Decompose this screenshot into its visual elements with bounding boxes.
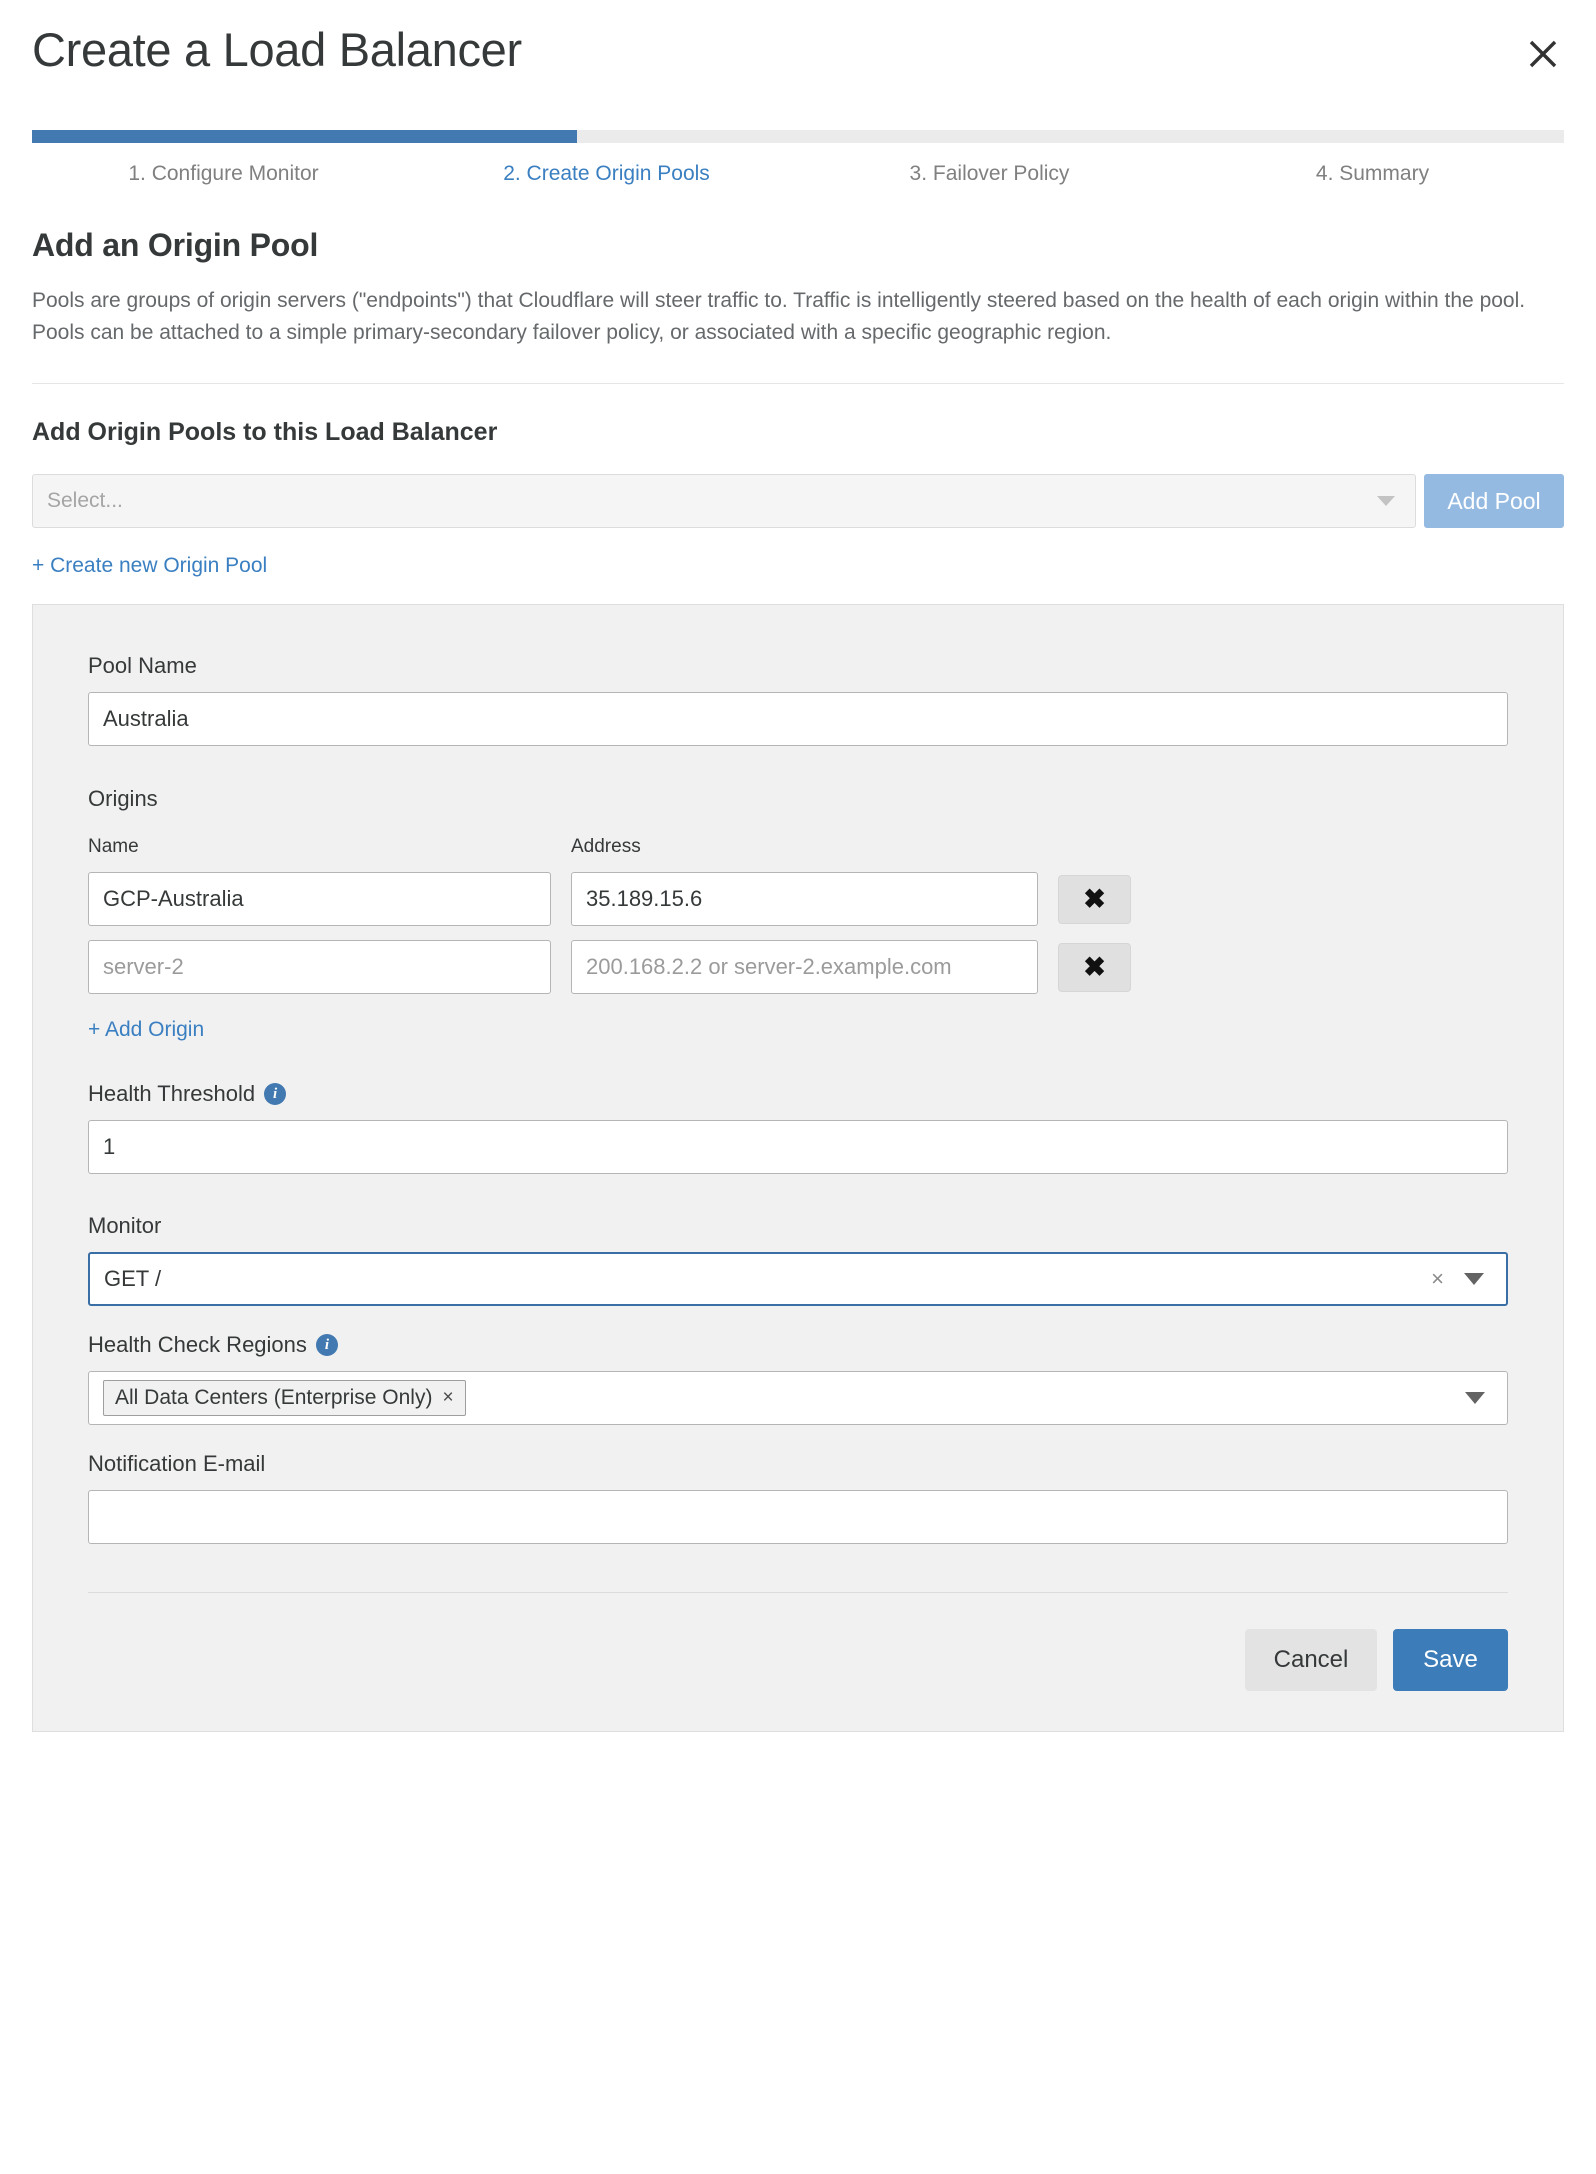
- divider: [32, 383, 1564, 385]
- health-check-regions-label-text: Health Check Regions: [88, 1332, 307, 1358]
- create-new-origin-pool-link[interactable]: + Create new Origin Pool: [32, 554, 267, 578]
- step-create-origin-pools[interactable]: 2. Create Origin Pools: [415, 160, 798, 187]
- health-check-regions-group: Health Check Regions i All Data Centers …: [88, 1332, 1508, 1426]
- monitor-select[interactable]: GET / ×: [88, 1252, 1508, 1307]
- pool-select-placeholder: Select...: [47, 489, 123, 513]
- add-origin-link[interactable]: + Add Origin: [88, 1018, 204, 1042]
- monitor-label: Monitor: [88, 1213, 1508, 1239]
- health-threshold-label: Health Threshold i: [88, 1081, 1508, 1107]
- origin-name-cell: [88, 940, 551, 995]
- step-failover-policy[interactable]: 3. Failover Policy: [798, 160, 1181, 187]
- save-button[interactable]: Save: [1393, 1629, 1508, 1692]
- chevron-down-icon[interactable]: [1465, 1392, 1485, 1405]
- step-summary[interactable]: 4. Summary: [1181, 160, 1564, 187]
- origins-column-headers: Name Address: [88, 836, 1508, 858]
- health-threshold-label-text: Health Threshold: [88, 1081, 256, 1107]
- progress-bar: [32, 130, 1564, 143]
- health-check-regions-label: Health Check Regions i: [88, 1332, 1508, 1358]
- monitor-label-text: Monitor: [88, 1213, 162, 1239]
- page-title: Create a Load Balancer: [32, 23, 522, 76]
- stepper: 1. Configure Monitor 2. Create Origin Po…: [32, 160, 1564, 187]
- clear-icon[interactable]: ×: [1431, 1268, 1444, 1290]
- notification-email-input[interactable]: [88, 1490, 1508, 1545]
- origin-pool-form: Pool Name Origins Name Address ✖ ✖: [32, 604, 1564, 1733]
- monitor-selected-value: GET /: [104, 1266, 162, 1292]
- origin-name-input[interactable]: [88, 940, 551, 995]
- origin-name-cell: [88, 872, 551, 927]
- add-pool-button[interactable]: Add Pool: [1424, 474, 1564, 529]
- health-threshold-input[interactable]: [88, 1120, 1508, 1175]
- section-title: Add an Origin Pool: [32, 227, 319, 264]
- origin-address-input[interactable]: [571, 940, 1038, 995]
- remove-origin-button[interactable]: ✖: [1058, 942, 1131, 992]
- close-icon[interactable]: [1522, 33, 1564, 75]
- health-threshold-group: Health Threshold i: [88, 1081, 1508, 1175]
- origin-row: ✖: [88, 872, 1508, 927]
- form-actions: Cancel Save: [88, 1593, 1508, 1731]
- origins-column-name: Name: [88, 836, 139, 858]
- region-tag-label: All Data Centers (Enterprise Only): [115, 1386, 433, 1410]
- pool-name-label-text: Pool Name: [88, 653, 197, 679]
- pool-name-input[interactable]: [88, 692, 1508, 747]
- monitor-group: Monitor GET / ×: [88, 1213, 1508, 1307]
- modal-header: Create a Load Balancer: [32, 0, 1564, 116]
- cancel-button[interactable]: Cancel: [1245, 1629, 1377, 1692]
- info-icon[interactable]: i: [315, 1334, 338, 1357]
- notification-email-group: Notification E-mail: [88, 1451, 1508, 1545]
- progress-bar-fill: [32, 130, 578, 143]
- region-tag: All Data Centers (Enterprise Only) ×: [103, 1380, 466, 1417]
- origin-name-input[interactable]: [88, 872, 551, 927]
- pool-select[interactable]: Select...: [32, 474, 1416, 529]
- notification-email-label: Notification E-mail: [88, 1451, 1508, 1477]
- origins-column-address: Address: [571, 836, 641, 858]
- origin-address-input[interactable]: [571, 872, 1038, 927]
- pool-name-label: Pool Name: [88, 653, 1508, 679]
- create-load-balancer-modal: Create a Load Balancer 1. Configure Moni…: [0, 0, 1596, 2174]
- origin-address-cell: [571, 872, 1038, 927]
- info-icon[interactable]: i: [264, 1083, 287, 1106]
- add-pool-row: Select... Add Pool: [32, 474, 1564, 529]
- add-pools-title: Add Origin Pools to this Load Balancer: [32, 418, 498, 447]
- step-configure-monitor[interactable]: 1. Configure Monitor: [32, 160, 415, 187]
- notification-email-label-text: Notification E-mail: [88, 1451, 266, 1477]
- chevron-down-icon: [1377, 496, 1395, 507]
- chevron-down-icon[interactable]: [1464, 1273, 1484, 1286]
- health-check-regions-select[interactable]: All Data Centers (Enterprise Only) ×: [88, 1371, 1508, 1426]
- remove-tag-icon[interactable]: ×: [442, 1387, 453, 1409]
- section-description: Pools are groups of origin servers ("end…: [32, 289, 1526, 345]
- origin-row: ✖: [88, 940, 1508, 995]
- remove-origin-button[interactable]: ✖: [1058, 874, 1131, 924]
- origin-address-cell: [571, 940, 1038, 995]
- origins-label: Origins: [88, 786, 158, 812]
